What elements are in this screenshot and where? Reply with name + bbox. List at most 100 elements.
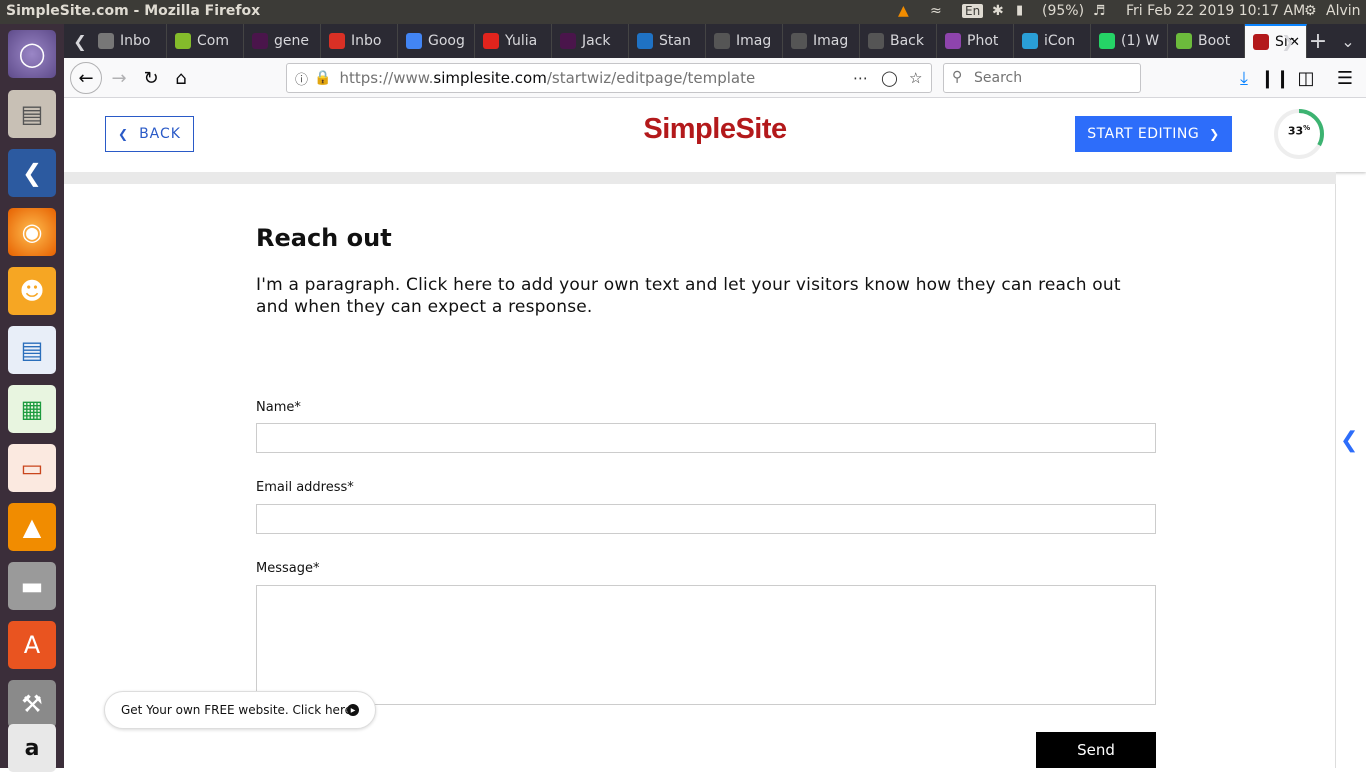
search-input[interactable]: ⚲ Search bbox=[943, 63, 1141, 93]
browser-tab[interactable]: Com bbox=[167, 24, 244, 58]
browser-tab[interactable]: Inbo bbox=[321, 24, 398, 58]
settings-gear-icon[interactable]: ⚙ bbox=[1304, 3, 1317, 19]
section-paragraph[interactable]: I'm a paragraph. Click here to add your … bbox=[256, 274, 1146, 318]
browser-tab[interactable]: Inbo bbox=[90, 24, 167, 58]
disk-drive-icon[interactable]: ▬ bbox=[8, 562, 56, 610]
search-icon: ⚲ bbox=[952, 69, 963, 85]
ubuntu-dash-icon[interactable]: ◯ bbox=[8, 30, 56, 78]
browser-tab[interactable]: (1) W bbox=[1091, 24, 1168, 58]
tab-label: Imag bbox=[813, 33, 849, 49]
keyboard-layout-indicator[interactable]: En bbox=[962, 4, 984, 18]
window-title: SimpleSite.com - Mozilla Firefox bbox=[6, 3, 261, 19]
wifi-icon[interactable]: ≈ bbox=[930, 3, 942, 19]
name-field[interactable] bbox=[256, 423, 1156, 453]
chevron-right-icon: ❯ bbox=[1209, 127, 1220, 141]
volume-icon[interactable]: ♬ bbox=[1093, 3, 1106, 19]
libreoffice-writer-icon[interactable]: ▤ bbox=[8, 326, 56, 374]
tab-favicon-icon bbox=[868, 33, 884, 49]
start-editing-label: START EDITING bbox=[1087, 126, 1200, 142]
site-info-icon[interactable]: ⓘ bbox=[295, 69, 308, 88]
start-editing-button[interactable]: START EDITING ❯ bbox=[1075, 116, 1232, 152]
tab-label: Boot bbox=[1198, 33, 1231, 49]
email-label: Email address* bbox=[256, 480, 354, 495]
message-field[interactable] bbox=[256, 585, 1156, 705]
tab-list-chevron-down-icon[interactable]: ⌄ bbox=[1334, 28, 1362, 54]
browser-tab[interactable]: Boot bbox=[1168, 24, 1245, 58]
play-icon: ▶ bbox=[347, 704, 359, 716]
pocket-icon[interactable]: ◯ bbox=[881, 69, 898, 87]
tab-label: Back bbox=[890, 33, 924, 49]
browser-tab[interactable]: Imag bbox=[783, 24, 860, 58]
tab-favicon-icon bbox=[329, 33, 345, 49]
tab-label: Inbo bbox=[120, 33, 151, 49]
tab-label: Inbo bbox=[351, 33, 382, 49]
firefox-icon[interactable]: ◉ bbox=[8, 208, 56, 256]
tab-scroll-right-icon[interactable]: ❯ bbox=[1274, 28, 1302, 54]
hamburger-menu-icon[interactable]: ☰ bbox=[1330, 64, 1360, 92]
tab-favicon-icon bbox=[175, 33, 191, 49]
vlc-tray-icon[interactable]: ▲ bbox=[898, 3, 909, 19]
new-tab-button[interactable]: + bbox=[1304, 28, 1332, 54]
tab-label: Com bbox=[197, 33, 229, 49]
libreoffice-calc-icon[interactable]: ▦ bbox=[8, 385, 56, 433]
clock[interactable]: Fri Feb 22 2019 10:17 AM bbox=[1126, 3, 1305, 19]
tab-label: gene bbox=[274, 33, 309, 49]
back-arrow-icon[interactable]: ← bbox=[70, 62, 102, 94]
forward-arrow-icon[interactable]: → bbox=[104, 64, 134, 92]
tab-label: Yulia bbox=[505, 33, 538, 49]
downloads-icon[interactable]: ⤓ bbox=[1229, 64, 1259, 92]
tab-favicon-icon bbox=[714, 33, 730, 49]
browser-tab[interactable]: Back bbox=[860, 24, 937, 58]
navigation-bar: ← → ↻ ⌂ ⓘ 🔒 https://www. simplesite.com/s… bbox=[64, 58, 1366, 98]
tab-favicon-icon bbox=[1099, 33, 1115, 49]
section-heading[interactable]: Reach out bbox=[256, 224, 392, 252]
libreoffice-impress-icon[interactable]: ▭ bbox=[8, 444, 56, 492]
system-settings-icon[interactable]: ⚒ bbox=[8, 680, 56, 728]
tab-favicon-icon bbox=[945, 33, 961, 49]
software-center-icon[interactable]: A bbox=[8, 621, 56, 669]
tab-label: Imag bbox=[736, 33, 772, 49]
progress-unit: % bbox=[1303, 124, 1311, 132]
url-bar[interactable]: ⓘ 🔒 https://www. simplesite.com/startwiz/… bbox=[286, 63, 932, 93]
browser-tab[interactable]: Jack bbox=[552, 24, 629, 58]
header-divider bbox=[64, 172, 1336, 184]
tab-label: (1) W bbox=[1121, 33, 1160, 49]
library-icon[interactable]: ❙❙ bbox=[1260, 64, 1290, 92]
side-panel-chevron-left-icon[interactable]: ❮ bbox=[1340, 428, 1358, 453]
tab-label: Jack bbox=[582, 33, 611, 49]
sidebar-icon[interactable]: ◫ bbox=[1291, 64, 1321, 92]
user-name[interactable]: Alvin bbox=[1326, 3, 1361, 19]
browser-tab[interactable]: Phot bbox=[937, 24, 1014, 58]
web-page: ❮ BACK SimpleSite START EDITING ❯ 33% Re… bbox=[64, 98, 1366, 768]
browser-tab[interactable]: gene bbox=[244, 24, 321, 58]
home-icon[interactable]: ⌂ bbox=[166, 64, 196, 92]
browser-tab[interactable]: Imag bbox=[706, 24, 783, 58]
email-field[interactable] bbox=[256, 504, 1156, 534]
battery-percent[interactable]: (95%) bbox=[1042, 3, 1084, 19]
browser-tab[interactable]: iCon bbox=[1014, 24, 1091, 58]
browser-tab[interactable]: Yulia bbox=[475, 24, 552, 58]
browser-tab[interactable]: Stan bbox=[629, 24, 706, 58]
tab-favicon-icon bbox=[1253, 34, 1269, 50]
battery-icon[interactable]: ▮ bbox=[1016, 3, 1023, 18]
vlc-icon[interactable]: ▲ bbox=[8, 503, 56, 551]
files-icon[interactable]: ▤ bbox=[8, 90, 56, 138]
message-label: Message* bbox=[256, 561, 320, 576]
vscode-icon[interactable]: ❮ bbox=[8, 149, 56, 197]
promo-text: Get Your own FREE website. Click here! bbox=[121, 703, 357, 717]
reload-icon[interactable]: ↻ bbox=[136, 64, 166, 92]
lock-icon: 🔒 bbox=[314, 70, 332, 86]
tab-favicon-icon bbox=[637, 33, 653, 49]
page-actions-ellipsis-icon[interactable]: ⋯ bbox=[853, 69, 868, 87]
amazon-icon[interactable]: a bbox=[8, 724, 56, 772]
browser-tab[interactable]: Goog bbox=[398, 24, 475, 58]
tab-favicon-icon bbox=[98, 33, 114, 49]
progress-value: 33 bbox=[1287, 124, 1304, 138]
bookmark-star-icon[interactable]: ☆ bbox=[909, 69, 922, 87]
tab-favicon-icon bbox=[406, 33, 422, 49]
bluetooth-icon[interactable]: ✱ bbox=[992, 3, 1004, 19]
tab-favicon-icon bbox=[791, 33, 807, 49]
free-website-promo-button[interactable]: Get Your own FREE website. Click here! ▶ bbox=[104, 691, 376, 729]
send-button[interactable]: Send bbox=[1036, 732, 1156, 768]
scratch-cat-icon[interactable]: ☻ bbox=[8, 267, 56, 315]
